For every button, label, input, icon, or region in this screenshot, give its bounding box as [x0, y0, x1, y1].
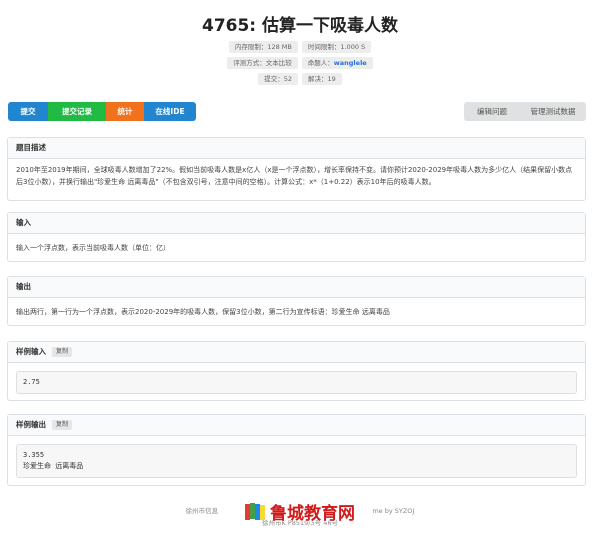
sample-input-card: 样例输入 复制 2.75	[7, 341, 586, 401]
sample-output-card: 样例输出 复制 3.355 珍爱生命 远离毒品	[7, 414, 586, 486]
author-badge: 命题人：wanglele	[301, 57, 373, 69]
author-label: 命题人：	[307, 59, 334, 67]
submit-button[interactable]: 提交	[8, 102, 48, 121]
input-card: 输入 输入一个浮点数，表示当前吸毒人数（单位：亿）	[7, 212, 586, 262]
watermark-text: 鲁城教育网	[270, 504, 355, 524]
input-text: 输入一个浮点数，表示当前吸毒人数（单位：亿）	[16, 244, 170, 252]
time-limit-badge: 时间限制：1.000 S	[301, 41, 372, 53]
limits-row: 内存限制：128 MB 时间限制：1.000 S	[0, 41, 600, 53]
sample-output-code: 3.355 珍爱生命 远离毒品	[16, 444, 577, 478]
copy-sample-output-button[interactable]: 复制	[52, 420, 73, 430]
stats-row: 提交：52 解决：19	[0, 73, 600, 85]
sample-input-heading: 样例输入 复制	[8, 342, 585, 363]
sample-output-title: 样例输出	[16, 420, 46, 429]
action-button-group: 提交 提交记录 统计 在线IDE	[8, 102, 196, 121]
admin-button-group: 编辑问题 管理测试数据	[464, 102, 586, 121]
edit-problem-button[interactable]: 编辑问题	[464, 102, 520, 121]
sample-output-heading: 样例输出 复制	[8, 415, 585, 436]
output-card: 输出 输出两行，第一行为一个浮点数，表示2020-2029年的吸毒人数，保留3位…	[7, 276, 586, 326]
watermark-logo-icon	[245, 502, 265, 520]
sample-input-title: 样例输入	[16, 347, 46, 356]
memory-limit-badge: 内存限制：128 MB	[228, 41, 298, 53]
manage-testdata-button[interactable]: 管理测试数据	[520, 102, 586, 121]
online-ide-button[interactable]: 在线IDE	[144, 102, 196, 121]
submission-records-button[interactable]: 提交记录	[48, 102, 106, 121]
sample-input-code: 2.75	[16, 371, 577, 394]
watermark: 鲁城教育网	[244, 499, 355, 524]
description-card: 题目描述 2010年至2019年期间，全球吸毒人数增加了22%。假如当前吸毒人数…	[7, 137, 586, 201]
meta-row: 评测方式：文本比较 命题人：wanglele	[0, 57, 600, 69]
output-text: 输出两行，第一行为一个浮点数，表示2020-2029年的吸毒人数，保留3位小数，…	[16, 308, 390, 316]
description-heading: 题目描述	[8, 138, 585, 159]
problem-title: 4765: 估算一下吸毒人数	[201, 16, 399, 36]
statistics-button[interactable]: 统计	[106, 102, 144, 121]
solved-count-badge: 解决：19	[302, 73, 342, 85]
author-link[interactable]: wanglele	[334, 59, 367, 67]
description-text: 2010年至2019年期间，全球吸毒人数增加了22%。假如当前吸毒人数是x亿人（…	[16, 166, 573, 186]
footer-left-text: 徐州市信息	[185, 507, 219, 515]
footer-right-text: me by SYZOJ	[372, 507, 415, 515]
copy-sample-input-button[interactable]: 复制	[52, 347, 73, 357]
input-heading: 输入	[8, 213, 585, 234]
output-heading: 输出	[8, 277, 585, 298]
submit-count-badge: 提交：52	[258, 73, 298, 85]
judge-method-badge: 评测方式：文本比较	[227, 57, 298, 69]
